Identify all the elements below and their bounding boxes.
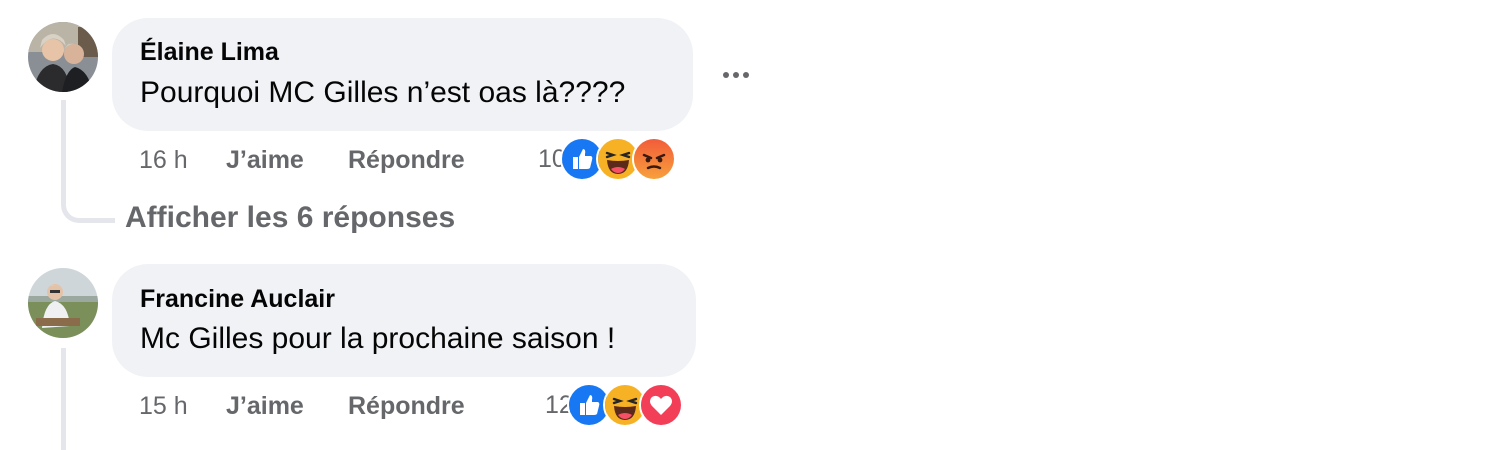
comment-timestamp[interactable]: 16 h <box>139 146 188 175</box>
reply-button[interactable]: Répondre <box>348 146 465 175</box>
dot-icon <box>723 72 729 78</box>
comment-bubble: Élaine Lima Pourquoi MC Gilles n’est oas… <box>112 18 693 131</box>
dot-icon <box>743 72 749 78</box>
like-button[interactable]: J’aime <box>226 392 304 421</box>
thread-connector <box>61 185 115 223</box>
love-icon <box>638 383 683 427</box>
thread-line <box>61 348 66 450</box>
view-replies-link[interactable]: Afficher les 6 réponses <box>125 201 455 235</box>
like-button[interactable]: J’aime <box>226 146 304 175</box>
reply-button[interactable]: Répondre <box>348 392 465 421</box>
more-options-button[interactable] <box>718 60 754 90</box>
dot-icon <box>733 72 739 78</box>
comment-timestamp[interactable]: 15 h <box>139 392 188 421</box>
comment-text: Pourquoi MC Gilles n’est oas là???? <box>140 76 626 109</box>
reaction-summary[interactable]: 12 <box>545 383 683 427</box>
comment-author[interactable]: Francine Auclair <box>140 285 335 314</box>
avatar[interactable] <box>28 22 98 92</box>
comment-author[interactable]: Élaine Lima <box>140 38 279 67</box>
avatar[interactable] <box>28 268 98 338</box>
comment-text: Mc Gilles pour la prochaine saison ! <box>140 322 616 355</box>
comment-bubble: Francine Auclair Mc Gilles pour la proch… <box>112 264 696 377</box>
reaction-summary[interactable]: 10 <box>538 137 676 181</box>
angry-icon <box>631 137 676 181</box>
